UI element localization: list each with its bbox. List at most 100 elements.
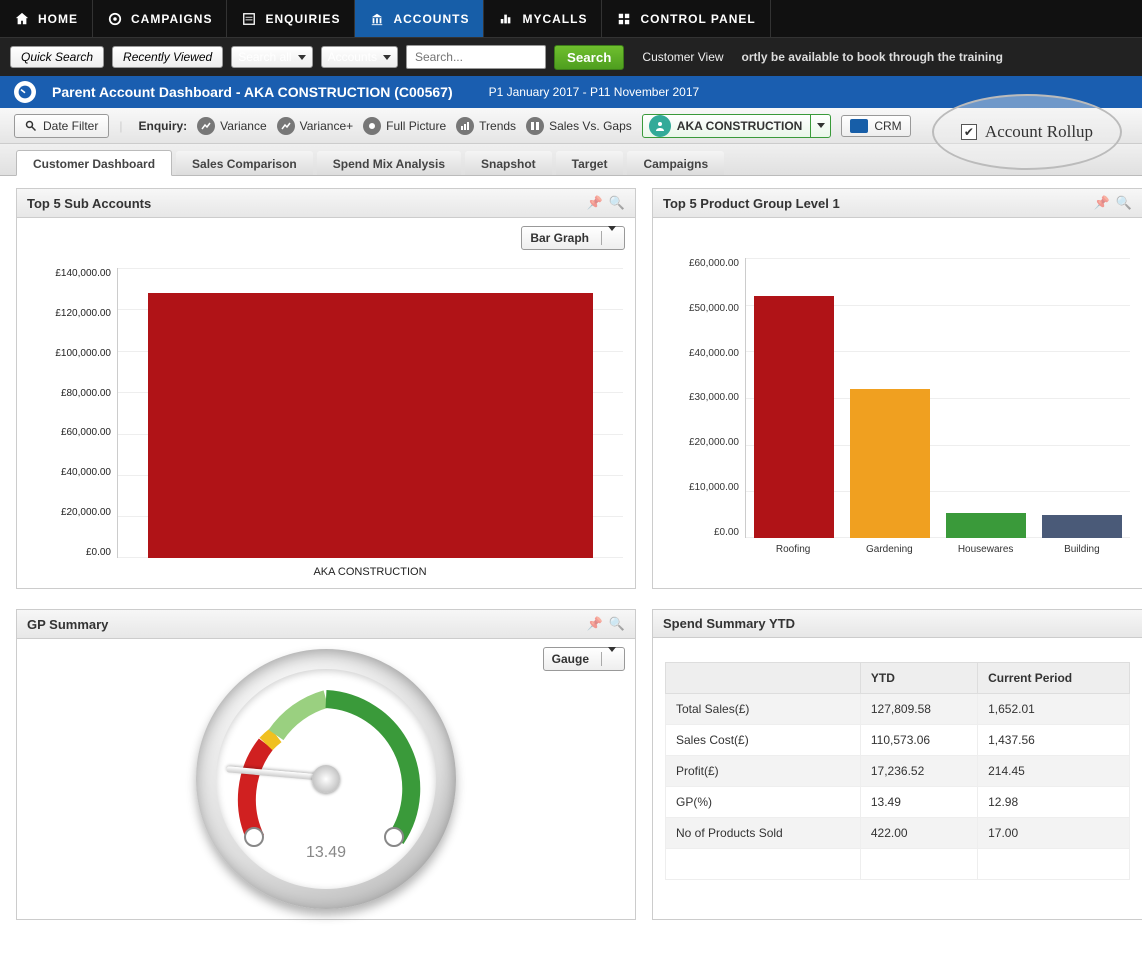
crm-icon (850, 119, 868, 133)
nav-enquiries-label: ENQUIRIES (265, 12, 340, 26)
secondary-bar: Quick Search Recently Viewed Search all … (0, 38, 1142, 76)
bank-icon (369, 11, 385, 27)
date-filter-button[interactable]: Date Filter (14, 114, 109, 138)
panel-title: GP Summary (27, 617, 108, 632)
customer-view-label: Customer View (642, 50, 723, 64)
filter-bar: Date Filter | Enquiry: Variance Variance… (0, 108, 1142, 144)
enquiry-variance-plus[interactable]: Variance+ (277, 117, 353, 135)
tab-snapshot[interactable]: Snapshot (465, 151, 552, 175)
bar-housewares[interactable] (946, 513, 1027, 538)
full-picture-icon (363, 117, 381, 135)
tab-customer-dashboard[interactable]: Customer Dashboard (16, 150, 172, 176)
variance-icon (197, 117, 215, 135)
table-row: Total Sales(£)127,809.581,652.01 (666, 694, 1130, 725)
account-select[interactable]: AKA CONSTRUCTION (642, 114, 832, 138)
bar-building[interactable] (1042, 515, 1123, 538)
nav-mycalls-label: MYCALLS (522, 12, 587, 26)
zoom-icon[interactable]: 🔍 (1116, 195, 1132, 211)
search-icon (25, 120, 37, 132)
account-select-label: AKA CONSTRUCTION (677, 119, 811, 133)
table-row: Profit(£)17,236.52214.45 (666, 756, 1130, 787)
pin-icon[interactable]: 📌 (587, 616, 603, 632)
panel-title: Spend Summary YTD (663, 616, 795, 631)
x-label-building: Building (1034, 544, 1130, 555)
account-icon (649, 115, 671, 137)
col-current: Current Period (978, 663, 1130, 694)
tab-target[interactable]: Target (556, 151, 624, 175)
enquiry-trends[interactable]: Trends (456, 117, 516, 135)
nav-accounts-label: ACCOUNTS (393, 12, 469, 26)
enquiry-label: Enquiry: (138, 119, 187, 133)
x-label-housewares: Housewares (938, 544, 1034, 555)
recently-viewed-button[interactable]: Recently Viewed (112, 46, 223, 68)
nav-control-panel[interactable]: CONTROL PANEL (602, 0, 770, 37)
list-icon (241, 11, 257, 27)
panel-title: Top 5 Product Group Level 1 (663, 196, 840, 211)
panel-title: Top 5 Sub Accounts (27, 196, 151, 211)
chart-icon (498, 11, 514, 27)
period-label: P1 January 2017 - P11 November 2017 (489, 85, 700, 99)
table-row (666, 849, 1130, 880)
target-icon (107, 11, 123, 27)
chart1-x-label: AKA CONSTRUCTION (117, 566, 623, 578)
tab-sales-comparison[interactable]: Sales Comparison (176, 151, 313, 175)
top-nav: HOME CAMPAIGNS ENQUIRIES ACCOUNTS MYCALL… (0, 0, 1142, 38)
nav-campaigns-label: CAMPAIGNS (131, 12, 212, 26)
enquiry-sales-vs-gaps[interactable]: Sales Vs. Gaps (526, 117, 632, 135)
nav-home[interactable]: HOME (0, 0, 93, 37)
grid-icon (616, 11, 632, 27)
nav-home-label: HOME (38, 12, 78, 26)
date-filter-label: Date Filter (43, 119, 98, 133)
account-rollup-highlight: ✔ Account Rollup (932, 94, 1122, 170)
col-ytd: YTD (860, 663, 977, 694)
zoom-icon[interactable]: 🔍 (609, 195, 625, 211)
account-select-caret (810, 114, 830, 138)
gauge-type-select[interactable]: Gauge (543, 647, 625, 671)
zoom-icon[interactable]: 🔍 (609, 616, 625, 632)
search-button[interactable]: Search (554, 45, 624, 70)
crm-button[interactable]: CRM (841, 115, 910, 137)
account-rollup-checkbox[interactable]: ✔ (961, 124, 977, 140)
dashboard-icon (14, 81, 36, 103)
pin-icon[interactable]: 📌 (587, 195, 603, 211)
bar-roofing[interactable] (754, 296, 835, 538)
nav-mycalls[interactable]: MYCALLS (484, 0, 602, 37)
table-row: GP(%)13.4912.98 (666, 787, 1130, 818)
caret-icon (298, 55, 306, 60)
gp-gauge: 13.49 (196, 649, 456, 909)
nav-campaigns[interactable]: CAMPAIGNS (93, 0, 227, 37)
search-scope-label: Search all (238, 50, 291, 64)
table-row: No of Products Sold422.0017.00 (666, 818, 1130, 849)
search-type-select[interactable]: Accounts (321, 46, 398, 68)
caret-icon (383, 55, 391, 60)
gaps-icon (526, 117, 544, 135)
table-row: Sales Cost(£)110,573.061,437.56 (666, 725, 1130, 756)
pin-icon[interactable]: 📌 (1094, 195, 1110, 211)
trends-icon (456, 117, 474, 135)
enquiry-variance[interactable]: Variance (197, 117, 266, 135)
variance-plus-icon (277, 117, 295, 135)
panel-top-sub-accounts: Top 5 Sub Accounts 📌 🔍 Bar Graph £140,00… (16, 188, 636, 589)
gauge-value: 13.49 (196, 844, 456, 862)
chart1-type-select[interactable]: Bar Graph (521, 226, 625, 250)
news-ticker: ortly be available to book through the t… (742, 50, 1003, 64)
crm-label: CRM (874, 119, 901, 133)
bar-aka-construction[interactable] (148, 293, 592, 558)
tab-campaigns[interactable]: Campaigns (627, 151, 724, 175)
nav-accounts[interactable]: ACCOUNTS (355, 0, 484, 37)
search-type-label: Accounts (328, 50, 377, 64)
panel-gp-summary: GP Summary 📌 🔍 Gauge (16, 609, 636, 920)
search-input[interactable] (406, 45, 546, 69)
tab-spend-mix[interactable]: Spend Mix Analysis (317, 151, 461, 175)
quick-search-button[interactable]: Quick Search (10, 46, 104, 68)
x-label-roofing: Roofing (745, 544, 841, 555)
panel-top-product-group: Top 5 Product Group Level 1 📌 🔍 £60,000.… (652, 188, 1142, 589)
spend-summary-table: YTD Current Period Total Sales(£)127,809… (665, 662, 1130, 880)
enquiry-full-picture[interactable]: Full Picture (363, 117, 446, 135)
home-icon (14, 11, 30, 27)
chart-top-product-group: £60,000.00 £50,000.00 £40,000.00 £30,000… (665, 258, 1130, 538)
bar-gardening[interactable] (850, 389, 931, 538)
nav-enquiries[interactable]: ENQUIRIES (227, 0, 355, 37)
search-scope-select[interactable]: Search all (231, 46, 312, 68)
page-title: Parent Account Dashboard - AKA CONSTRUCT… (52, 84, 453, 100)
